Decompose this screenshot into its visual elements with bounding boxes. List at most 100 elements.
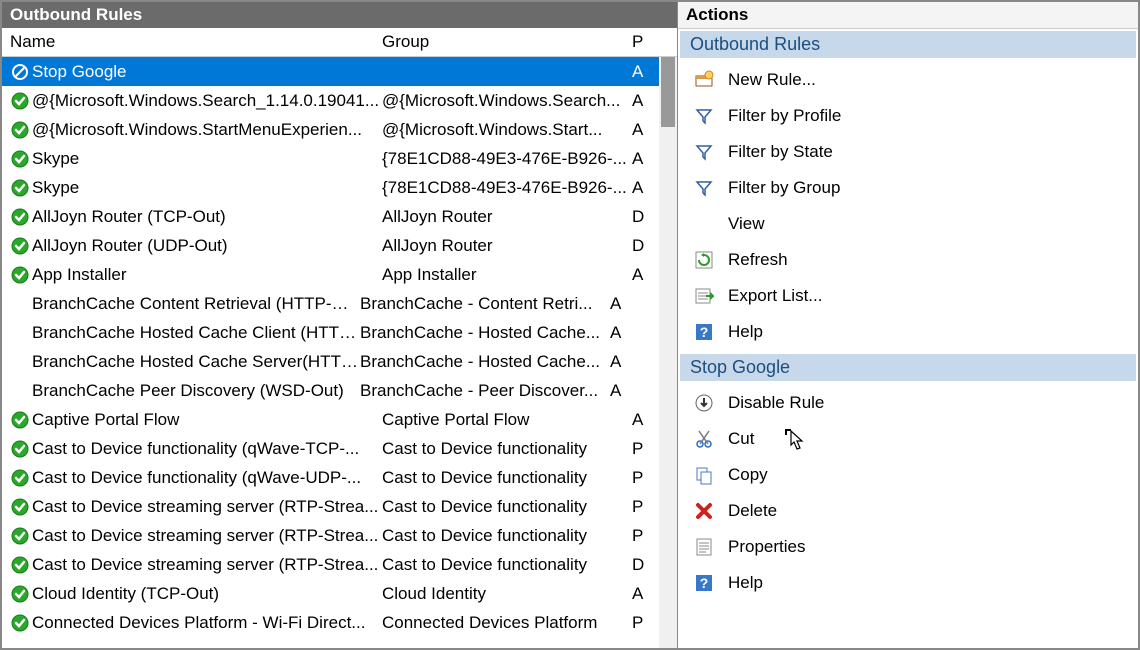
rule-name: BranchCache Peer Discovery (WSD-Out) (10, 381, 360, 401)
rule-p: P (632, 468, 652, 488)
rule-group: @{Microsoft.Windows.Search... (382, 91, 632, 111)
rule-group: Cast to Device functionality (382, 439, 632, 459)
rule-group: BranchCache - Hosted Cache... (360, 352, 610, 372)
action-cut[interactable]: Cut (684, 421, 1132, 457)
rule-name: Cast to Device functionality (qWave-TCP-… (32, 439, 382, 459)
cut-icon (692, 427, 716, 451)
rule-row[interactable]: Skype{78E1CD88-49E3-476E-B926-...A (2, 173, 677, 202)
action-view[interactable]: View (684, 206, 1132, 242)
rule-name: App Installer (32, 265, 382, 285)
action-label: Cut (728, 429, 754, 449)
rule-row[interactable]: Cast to Device functionality (qWave-UDP-… (2, 463, 677, 492)
action-filter-by-profile[interactable]: Filter by Profile (684, 98, 1132, 134)
rule-name: @{Microsoft.Windows.StartMenuExperien... (32, 120, 382, 140)
block-icon (10, 62, 30, 82)
rule-p: D (632, 207, 652, 227)
rule-p: A (610, 294, 630, 314)
rules-list[interactable]: Stop GoogleA@{Microsoft.Windows.Search_1… (2, 57, 677, 648)
rule-row[interactable]: BranchCache Content Retrieval (HTTP-Out)… (2, 289, 677, 318)
action-help[interactable]: ?Help (684, 314, 1132, 350)
rule-p: D (632, 236, 652, 256)
action-filter-by-group[interactable]: Filter by Group (684, 170, 1132, 206)
rule-row[interactable]: Skype{78E1CD88-49E3-476E-B926-...A (2, 144, 677, 173)
copy-icon (692, 463, 716, 487)
allow-icon (10, 178, 30, 198)
rule-p: P (632, 526, 652, 546)
action-label: Copy (728, 465, 768, 485)
rule-row[interactable]: Connected Devices Platform - Wi-Fi Direc… (2, 608, 677, 637)
action-label: View (728, 214, 765, 234)
rule-row[interactable]: Cast to Device streaming server (RTP-Str… (2, 521, 677, 550)
rule-name: BranchCache Content Retrieval (HTTP-Out) (10, 294, 360, 314)
action-label: Help (728, 322, 763, 342)
scrollbar[interactable] (659, 57, 677, 648)
rule-group: Connected Devices Platform (382, 613, 632, 633)
rule-name: @{Microsoft.Windows.Search_1.14.0.19041.… (32, 91, 382, 111)
main-title: Outbound Rules (2, 2, 677, 28)
rule-group: BranchCache - Peer Discover... (360, 381, 610, 401)
rule-row[interactable]: Stop GoogleA (2, 57, 677, 86)
action-label: Filter by State (728, 142, 833, 162)
filter-icon (692, 176, 716, 200)
rule-name: Connected Devices Platform - Wi-Fi Direc… (32, 613, 382, 633)
actions-title: Actions (678, 2, 1138, 29)
rule-group: @{Microsoft.Windows.Start... (382, 120, 632, 140)
rule-p: A (632, 91, 652, 111)
allow-icon (10, 91, 30, 111)
action-delete[interactable]: Delete (684, 493, 1132, 529)
allow-icon (10, 497, 30, 517)
rule-name: Cloud Identity (TCP-Out) (32, 584, 382, 604)
rule-name: Stop Google (32, 62, 382, 82)
rule-group: BranchCache - Hosted Cache... (360, 323, 610, 343)
allow-icon (10, 584, 30, 604)
rule-group: App Installer (382, 265, 632, 285)
rule-row[interactable]: Cast to Device streaming server (RTP-Str… (2, 492, 677, 521)
allow-icon (10, 410, 30, 430)
action-label: Disable Rule (728, 393, 824, 413)
rule-p: P (632, 439, 652, 459)
rule-p: A (632, 410, 652, 430)
allow-icon (10, 526, 30, 546)
allow-icon (10, 265, 30, 285)
action-copy[interactable]: Copy (684, 457, 1132, 493)
rule-row[interactable]: Cast to Device functionality (qWave-TCP-… (2, 434, 677, 463)
rule-row[interactable]: BranchCache Hosted Cache Server(HTTP-...… (2, 347, 677, 376)
action-refresh[interactable]: Refresh (684, 242, 1132, 278)
filter-icon (692, 104, 716, 128)
scrollthumb[interactable] (661, 57, 675, 127)
column-headers[interactable]: Name Group P (2, 28, 677, 57)
action-properties[interactable]: Properties (684, 529, 1132, 565)
column-header-name[interactable]: Name (10, 32, 382, 52)
rule-name: BranchCache Hosted Cache Server(HTTP-... (10, 352, 360, 372)
column-header-group[interactable]: Group (382, 32, 632, 52)
action-help[interactable]: ?Help (684, 565, 1132, 601)
delete-icon (692, 499, 716, 523)
rule-row[interactable]: @{Microsoft.Windows.StartMenuExperien...… (2, 115, 677, 144)
rule-row[interactable]: Cast to Device streaming server (RTP-Str… (2, 550, 677, 579)
rule-row[interactable]: Cloud Identity (TCP-Out)Cloud IdentityA (2, 579, 677, 608)
rule-p: P (632, 497, 652, 517)
rule-row[interactable]: AllJoyn Router (TCP-Out)AllJoyn RouterD (2, 202, 677, 231)
rule-row[interactable]: Captive Portal FlowCaptive Portal FlowA (2, 405, 677, 434)
rule-p: A (632, 584, 652, 604)
rule-p: A (632, 120, 652, 140)
allow-icon (10, 613, 30, 633)
action-disable-rule[interactable]: Disable Rule (684, 385, 1132, 421)
rule-group: AllJoyn Router (382, 236, 632, 256)
rule-group: Cast to Device functionality (382, 468, 632, 488)
rule-row[interactable]: BranchCache Hosted Cache Client (HTTP-..… (2, 318, 677, 347)
rule-row[interactable]: AllJoyn Router (UDP-Out)AllJoyn RouterD (2, 231, 677, 260)
column-header-p[interactable]: P (632, 32, 652, 52)
rule-group: BranchCache - Content Retri... (360, 294, 610, 314)
action-label: Filter by Profile (728, 106, 841, 126)
action-label: Refresh (728, 250, 788, 270)
action-new-rule[interactable]: New Rule... (684, 62, 1132, 98)
rule-p: A (610, 381, 630, 401)
rule-p: A (632, 178, 652, 198)
rule-row[interactable]: @{Microsoft.Windows.Search_1.14.0.19041.… (2, 86, 677, 115)
rule-row[interactable]: App InstallerApp InstallerA (2, 260, 677, 289)
action-filter-by-state[interactable]: Filter by State (684, 134, 1132, 170)
rule-row[interactable]: BranchCache Peer Discovery (WSD-Out)Bran… (2, 376, 677, 405)
action-export-list[interactable]: Export List... (684, 278, 1132, 314)
rule-p: A (610, 352, 630, 372)
